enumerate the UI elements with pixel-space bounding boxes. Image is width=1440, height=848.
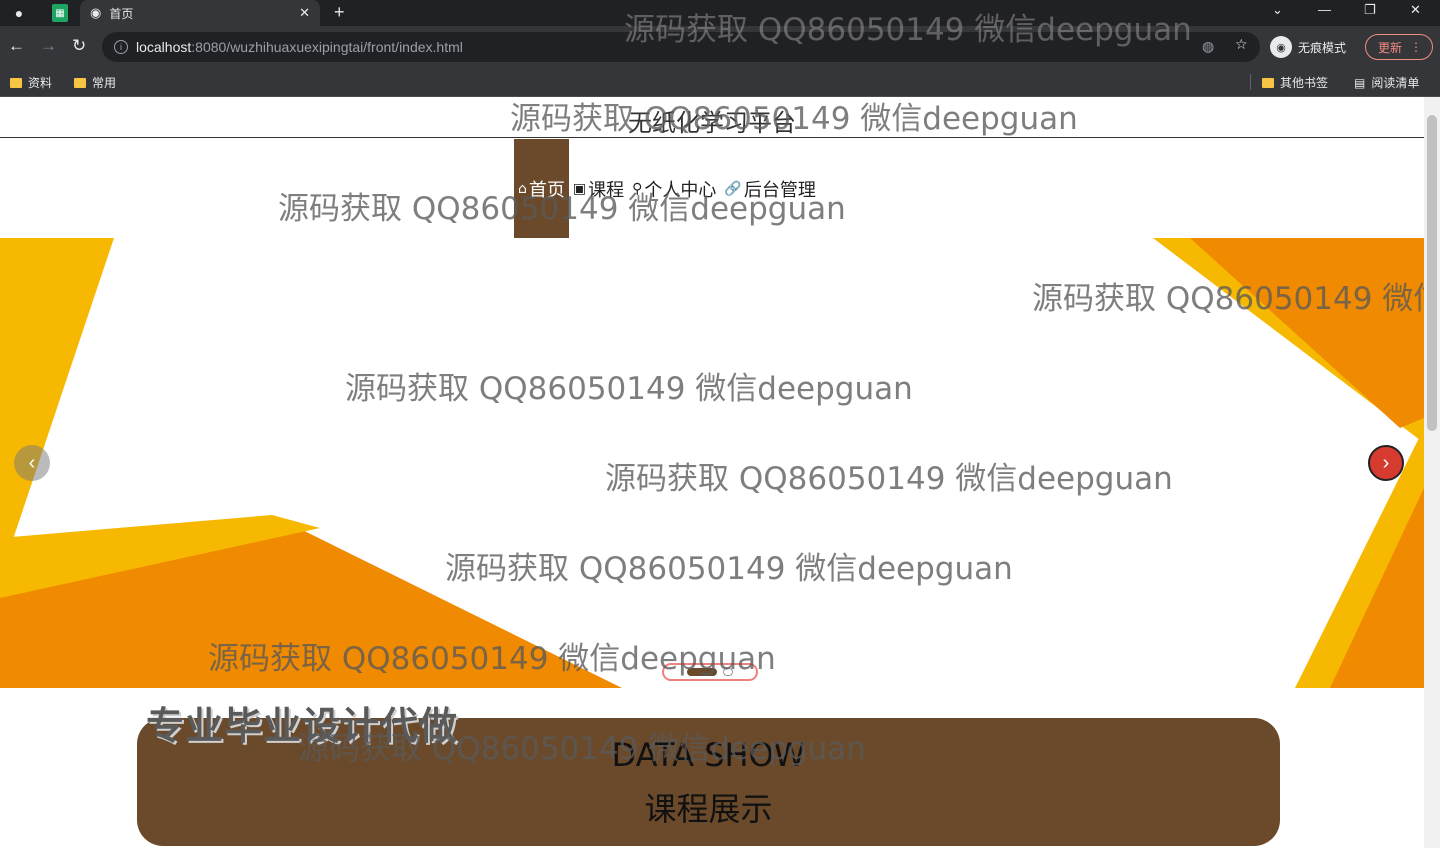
- carousel-next-button[interactable]: ›: [1368, 445, 1404, 481]
- nav-label: 个人中心: [644, 179, 717, 201]
- new-tab-icon[interactable]: +: [334, 2, 345, 23]
- profile-label: 无痕模式: [1298, 40, 1347, 55]
- bookmark-folder[interactable]: 常用: [74, 74, 116, 91]
- banner-graphic: [0, 238, 1424, 688]
- header-divider: [0, 137, 1424, 138]
- pinned-tab-sheets-icon[interactable]: ▦: [52, 4, 68, 22]
- other-bookmarks[interactable]: 其他书签: [1262, 74, 1328, 91]
- bookmark-label: 资料: [28, 76, 53, 90]
- divider: [1250, 74, 1251, 90]
- site-title: 无纸化学习平台: [628, 109, 796, 137]
- nav-label: 后台管理: [743, 179, 816, 201]
- browser-menu-icon[interactable]: ●: [10, 4, 28, 22]
- minimize-icon[interactable]: —: [1318, 2, 1331, 17]
- reading-list[interactable]: ▤ 阅读清单: [1354, 74, 1419, 91]
- home-icon: ⌂: [518, 180, 527, 197]
- star-icon[interactable]: ☆: [1235, 36, 1248, 53]
- browser-toolbar: ← → ↻ i localhost:8080/wuzhihuaxuexiping…: [0, 26, 1440, 68]
- folder-icon: [74, 77, 86, 88]
- address-bar[interactable]: i localhost:8080/wuzhihuaxuexipingtai/fr…: [102, 32, 1260, 62]
- url-path: :8080/wuzhihuaxuexipingtai/front/index.h…: [191, 39, 463, 55]
- maximize-icon[interactable]: ❐: [1364, 2, 1376, 18]
- bookmark-folder[interactable]: 资料: [10, 74, 52, 91]
- nav-item-profile[interactable]: ⚲ 个人中心: [628, 139, 720, 238]
- window-close-icon[interactable]: ✕: [1410, 2, 1421, 18]
- reading-list-icon: ▤: [1354, 75, 1366, 90]
- user-icon: ⚲: [632, 180, 643, 197]
- folder-icon: [1262, 77, 1274, 88]
- nav-item-home[interactable]: ⌂ 首页: [514, 139, 569, 238]
- chevron-right-icon: ›: [1382, 451, 1390, 474]
- bookmarks-bar: 资料 常用 其他书签 ▤ 阅读清单: [0, 68, 1440, 97]
- scrollbar-thumb[interactable]: [1427, 115, 1437, 431]
- browser-tabstrip: ● ▦ ◉ 首页 ✕ + ⌄ — ❐ ✕: [0, 0, 1440, 26]
- reload-icon[interactable]: ↻: [72, 36, 86, 56]
- update-button[interactable]: 更新 ⋮: [1365, 34, 1433, 60]
- hero-carousel[interactable]: ‹ ›: [0, 238, 1424, 688]
- back-icon[interactable]: ←: [8, 36, 25, 56]
- main-nav: ⌂ 首页 ▣ 课程 ⚲ 个人中心 🔗 后台管理: [514, 139, 820, 238]
- info-icon[interactable]: i: [114, 40, 128, 54]
- carousel-dot[interactable]: [687, 668, 717, 676]
- bookmark-label: 其他书签: [1280, 76, 1329, 90]
- shape-right-top-inner: [1190, 238, 1424, 428]
- page-scrollbar[interactable]: [1424, 97, 1440, 848]
- shape-left-top: [0, 238, 114, 578]
- bookmark-label: 阅读清单: [1371, 76, 1420, 90]
- page-viewport: 无纸化学习平台 ⌂ 首页 ▣ 课程 ⚲ 个人中心 🔗 后台管理 ‹ › DATA…: [0, 97, 1424, 848]
- carousel-indicators: [662, 663, 758, 681]
- tab-active[interactable]: ◉ 首页 ✕: [80, 0, 320, 26]
- nav-label: 课程: [588, 179, 625, 201]
- book-icon: ▣: [572, 180, 587, 197]
- link-icon: 🔗: [724, 180, 742, 197]
- more-icon[interactable]: ⋮: [1410, 40, 1422, 54]
- update-label: 更新: [1378, 40, 1403, 55]
- eye-off-icon[interactable]: ◍: [1202, 38, 1214, 55]
- folder-icon: [10, 77, 22, 88]
- forward-icon[interactable]: →: [40, 36, 57, 56]
- promo-overlay-text: 专业毕业设计代做: [146, 704, 459, 748]
- section-title-cn: 课程展示: [644, 790, 773, 828]
- carousel-prev-button[interactable]: ‹: [14, 445, 50, 481]
- tab-title: 首页: [109, 6, 134, 21]
- incognito-icon: ◉: [1270, 36, 1292, 58]
- chevron-down-icon[interactable]: ⌄: [1272, 2, 1283, 18]
- nav-label: 首页: [528, 179, 565, 201]
- nav-item-course[interactable]: ▣ 课程: [569, 139, 628, 238]
- bookmark-label: 常用: [92, 76, 117, 90]
- chevron-left-icon: ‹: [28, 451, 36, 474]
- url-host: localhost: [136, 39, 192, 55]
- globe-icon: ◉: [90, 5, 102, 20]
- close-icon[interactable]: ✕: [299, 5, 310, 21]
- nav-item-admin[interactable]: 🔗 后台管理: [720, 139, 819, 238]
- incognito-profile[interactable]: ◉ 无痕模式: [1270, 32, 1346, 62]
- carousel-dot[interactable]: [723, 668, 733, 676]
